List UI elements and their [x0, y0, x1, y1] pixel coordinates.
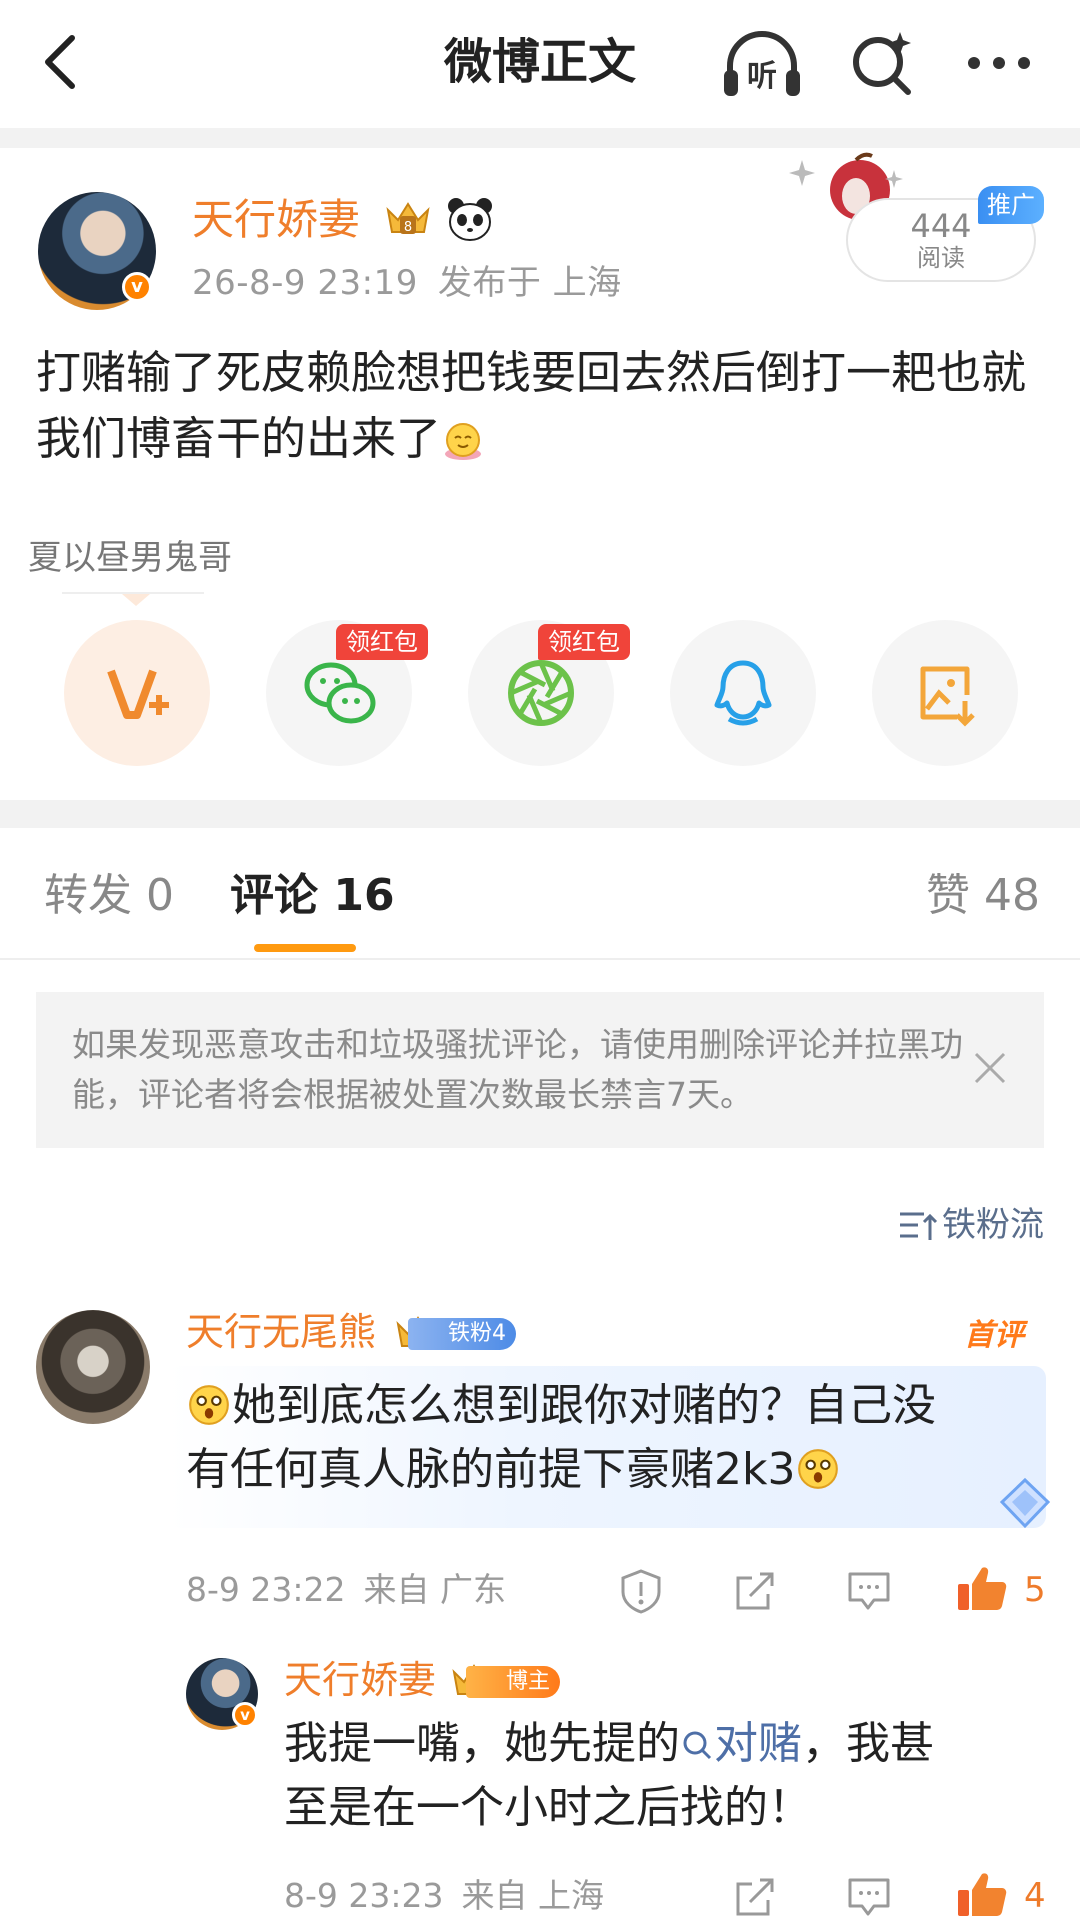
reply-text-before: 我提一嘴，她先提的	[284, 1718, 680, 1769]
moments-shutter-icon	[508, 660, 574, 726]
topic-tag[interactable]: 夏以昼男鬼哥	[28, 534, 232, 582]
like-count: 5	[1024, 1570, 1046, 1610]
comment-text-line1: 她到底怎么想到跟你对赌的？自己没	[232, 1380, 936, 1431]
tab-comment-label: 评论	[230, 870, 318, 921]
comment-icon[interactable]	[846, 1874, 892, 1920]
like-thumb-icon[interactable]	[956, 1870, 1008, 1918]
report-icon[interactable]	[618, 1568, 664, 1614]
like-count: 4	[1024, 1876, 1046, 1916]
comment-time: 8-9 23:22	[186, 1570, 346, 1609]
qq-penguin-icon	[714, 660, 772, 726]
shocked-emoji-icon	[798, 1449, 839, 1489]
comment-text-line2: 有任何真人脉的前提下豪赌2k3	[186, 1444, 796, 1495]
post-author-name[interactable]: 天行娇妻	[192, 192, 360, 248]
read-count-promo[interactable]: 444 阅读 推广	[786, 150, 1046, 290]
author-badge: 博主	[466, 1666, 561, 1698]
shocked-emoji-icon	[189, 1385, 229, 1425]
share-v-plus-button[interactable]	[64, 620, 210, 766]
tab-comment[interactable]: 评论 16	[230, 866, 395, 926]
topic-caret	[122, 594, 150, 606]
reply-time: 8-9 23:23	[284, 1876, 444, 1915]
divider	[0, 958, 1080, 960]
page-title: 微博正文	[443, 34, 636, 90]
like-thumb-icon[interactable]	[956, 1564, 1008, 1612]
close-icon[interactable]	[970, 1048, 1010, 1088]
tab-like-count: 48	[984, 870, 1040, 921]
share-wechat-button[interactable]: 领红包	[266, 620, 428, 766]
headphone-listen-icon[interactable]: 听	[720, 30, 804, 100]
reply-meta: 8-9 23:23 来自 上海	[284, 1872, 604, 1920]
share-qq-button[interactable]	[670, 620, 816, 766]
sort-label: 铁粉流	[942, 1205, 1044, 1245]
active-tab-indicator	[254, 944, 356, 952]
search-icon	[683, 1731, 712, 1760]
svg-text:听: 听	[747, 59, 777, 94]
sort-button[interactable]: 铁粉流	[898, 1200, 1044, 1250]
tab-like[interactable]: 赞 48	[926, 866, 1040, 926]
comment-notice: 如果发现恶意攻击和垃圾骚扰评论，请使用删除评论并拉黑功能，评论者将会根据被处置次…	[36, 992, 1044, 1148]
search-icon[interactable]	[848, 28, 918, 98]
reply-author-name[interactable]: 天行娇妻	[284, 1654, 436, 1706]
post-text: 打赌输了死皮赖脸想把钱要回去然后倒打一耙也就我们博畜干的出来了	[36, 346, 1027, 465]
save-image-icon	[920, 666, 975, 727]
verified-icon: v	[122, 272, 152, 302]
wechat-icon	[304, 662, 376, 724]
keyword-link[interactable]: 对赌	[680, 1718, 802, 1769]
share-moments-button[interactable]: 领红包	[468, 620, 630, 766]
post-time: 26-8-9 23:19	[192, 263, 418, 303]
read-label: 阅读	[917, 244, 965, 272]
sort-icon	[900, 1212, 938, 1240]
divider	[0, 128, 1080, 148]
comment-icon[interactable]	[846, 1568, 892, 1614]
reply-location: 来自 上海	[461, 1876, 605, 1915]
notice-text: 如果发现恶意攻击和垃圾骚扰评论，请使用删除评论并拉黑功能，评论者将会根据被处置次…	[72, 1025, 963, 1114]
crown-badge-icon: 8	[386, 202, 430, 235]
repost-icon[interactable]	[732, 1874, 778, 1920]
comment-meta: 8-9 23:22 来自 广东	[186, 1566, 506, 1614]
reply-text-line2: 至是在一个小时之后找的！	[284, 1782, 812, 1833]
more-options-icon[interactable]	[964, 48, 1034, 78]
verified-icon: v	[232, 1702, 258, 1728]
tab-repost[interactable]: 转发 0	[44, 866, 174, 926]
post-location: 发布于 上海	[437, 263, 622, 303]
post-meta: 26-8-9 23:19 发布于 上海	[192, 258, 622, 308]
panda-icon	[448, 198, 492, 241]
repost-icon[interactable]	[732, 1568, 778, 1614]
v-plus-icon	[107, 669, 169, 719]
redpacket-tag: 领红包	[538, 624, 630, 660]
post-content: 打赌输了死皮赖脸想把钱要回去然后倒打一耙也就我们博畜干的出来了	[36, 340, 1046, 472]
top-bar: 微博正文 听	[0, 0, 1080, 128]
redpacket-tag: 领红包	[336, 624, 428, 660]
smiling-emoji-icon	[445, 423, 482, 460]
tab-like-label: 赞	[926, 870, 970, 921]
first-comment-tag: 首评	[964, 1318, 1024, 1353]
save-image-button[interactable]	[872, 620, 1018, 766]
tab-repost-count: 0	[146, 870, 174, 921]
comment-avatar[interactable]	[36, 1310, 150, 1424]
comment-location: 来自 广东	[363, 1570, 507, 1609]
promote-tag[interactable]: 推广	[978, 186, 1044, 224]
tab-comment-count: 16	[333, 870, 395, 921]
comment-author-name[interactable]: 天行无尾熊	[186, 1306, 376, 1358]
comment-text: 她到底怎么想到跟你对赌的？自己没 有任何真人脉的前提下豪赌2k3	[186, 1374, 936, 1502]
diamond-decoration-icon	[999, 1477, 1051, 1529]
reply-text-after: ，我甚	[802, 1718, 934, 1769]
tab-repost-label: 转发	[44, 870, 132, 921]
svg-text:8: 8	[404, 220, 412, 235]
keyword-text: 对赌	[714, 1718, 802, 1769]
iron-fan-badge: 铁粉4	[408, 1318, 516, 1350]
divider	[0, 800, 1080, 828]
reply-text: 我提一嘴，她先提的 对赌，我甚 至是在一个小时之后找的！	[284, 1712, 934, 1840]
